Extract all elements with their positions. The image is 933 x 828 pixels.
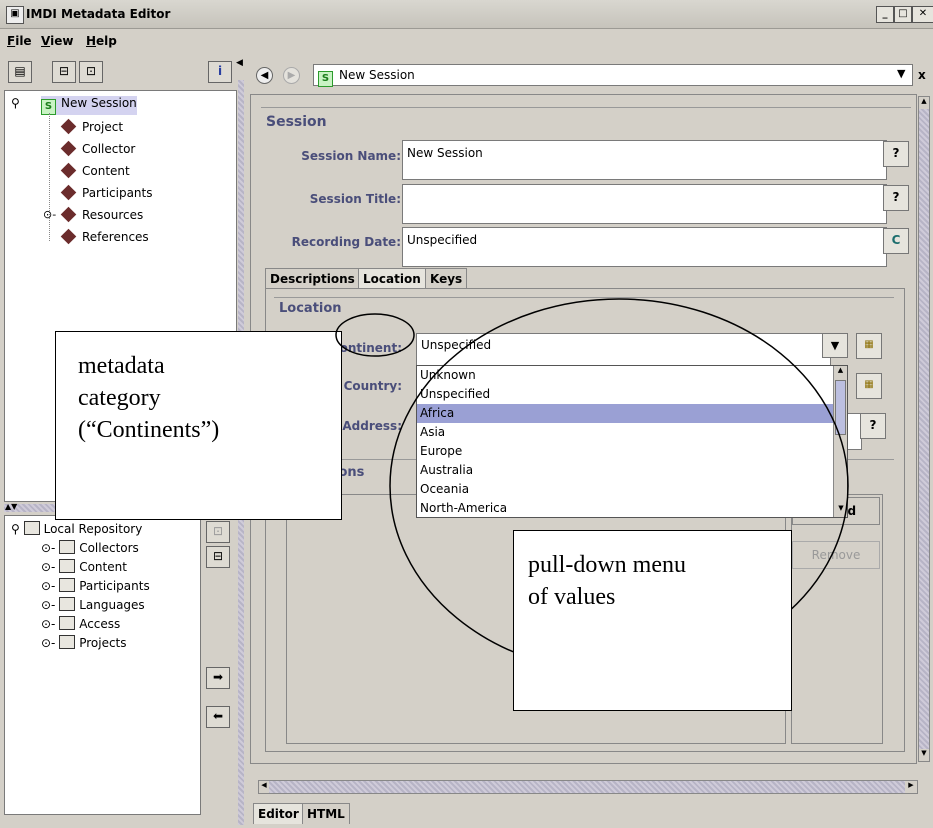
annotation-text-line: pull-down menu	[528, 552, 686, 578]
continent-label-ellipse	[335, 313, 415, 357]
annotation-pulldown-box: pull-down menu of values	[513, 530, 792, 711]
annotation-ellipses	[335, 298, 849, 674]
annotation-text-line: of values	[528, 584, 616, 610]
